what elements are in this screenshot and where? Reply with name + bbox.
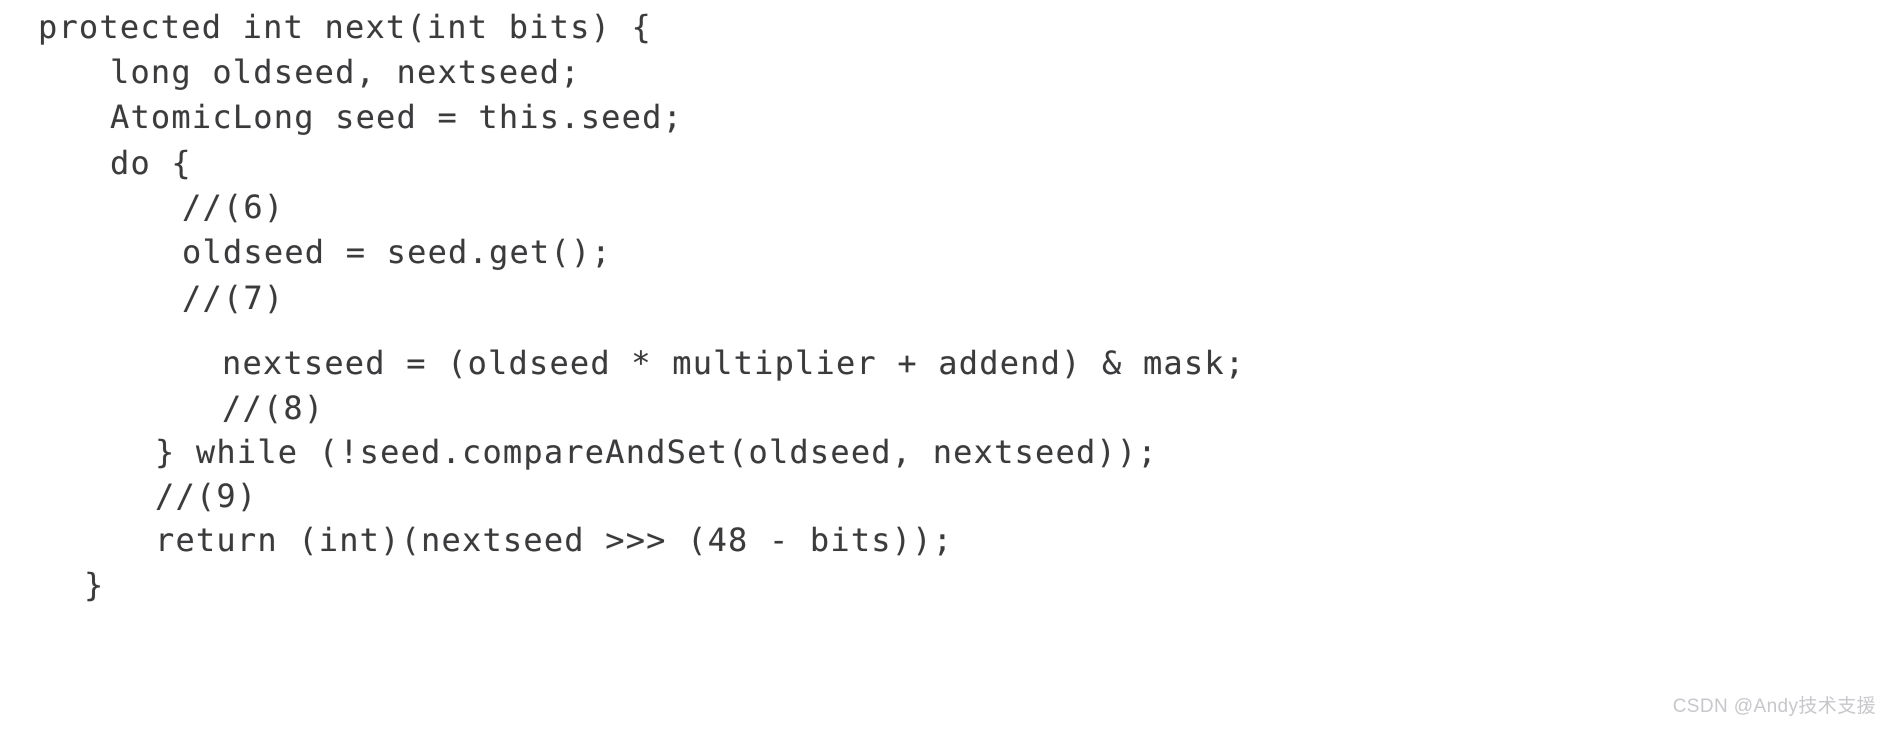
code-screenshot-page: protected int next(int bits) { long oldse… [0, 0, 1894, 732]
code-listing: protected int next(int bits) { long oldse… [0, 0, 1894, 732]
code-line: do { [110, 144, 192, 182]
code-line: AtomicLong seed = this.seed; [110, 98, 684, 136]
code-line: return (int)(nextseed >>> (48 - bits)); [155, 521, 954, 559]
code-line: oldseed = seed.get(); [182, 233, 612, 271]
code-line: //(7) [182, 279, 285, 317]
code-line: //(6) [182, 188, 285, 226]
code-line: } [84, 566, 105, 604]
csdn-watermark: CSDN @Andy技术支援 [1672, 696, 1876, 717]
code-line: //(8) [222, 389, 325, 427]
code-line: //(9) [155, 477, 258, 515]
code-line: } while (!seed.compareAndSet(oldseed, ne… [155, 433, 1158, 471]
code-line: protected int next(int bits) { [38, 8, 652, 46]
code-line: nextseed = (oldseed * multiplier + adden… [222, 344, 1246, 382]
code-line: long oldseed, nextseed; [110, 53, 581, 91]
